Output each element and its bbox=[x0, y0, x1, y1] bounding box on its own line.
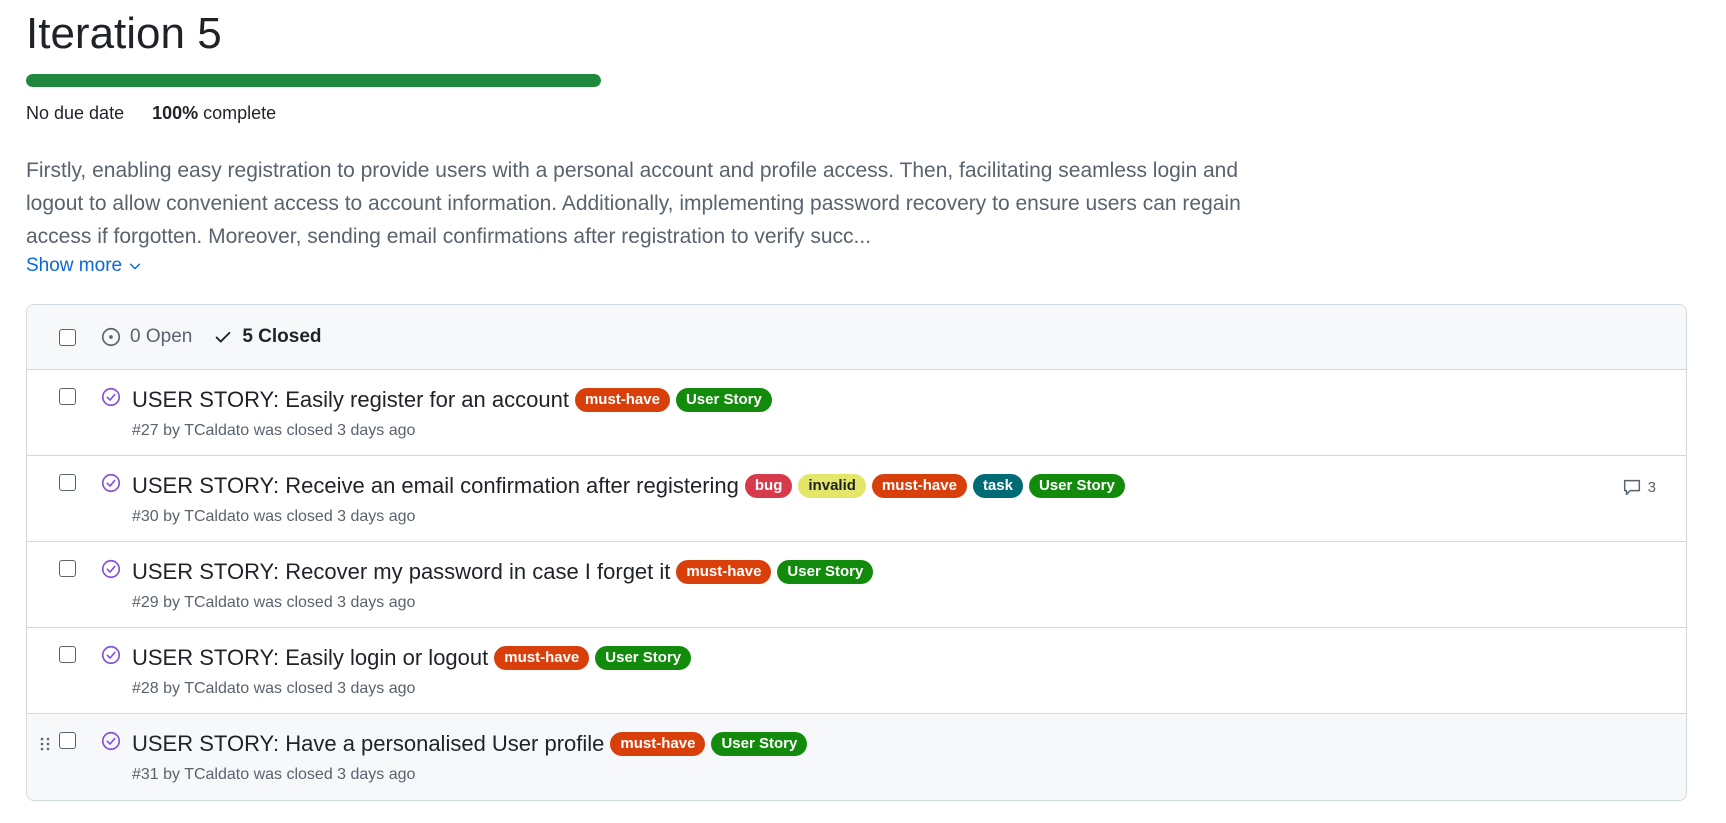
issue-title-line: USER STORY: Recover my password in case … bbox=[132, 557, 874, 587]
show-more-link[interactable]: Show more bbox=[26, 253, 142, 279]
issue-meta: #30 by TCaldato was closed 3 days ago bbox=[132, 508, 416, 525]
issue-label[interactable]: must-have bbox=[494, 646, 590, 670]
issue-label[interactable]: User Story bbox=[777, 560, 874, 584]
issue-label[interactable]: User Story bbox=[595, 646, 692, 670]
milestone-meta: No due date 100% complete bbox=[26, 101, 1726, 125]
issue-title-line: USER STORY: Easily login or logout must-h… bbox=[132, 643, 692, 673]
due-date: No due date bbox=[26, 102, 125, 123]
issue-title-link[interactable]: USER STORY: Easily register for an accou… bbox=[132, 387, 569, 413]
comment-count: 3 bbox=[1647, 478, 1656, 496]
comments-link[interactable]: 3 bbox=[1621, 476, 1656, 498]
completion-label: complete bbox=[203, 102, 277, 123]
issue-closed-icon bbox=[101, 645, 121, 665]
issue-row[interactable]: USER STORY: Recover my password in case … bbox=[27, 542, 1686, 628]
issue-label[interactable]: User Story bbox=[675, 388, 772, 412]
issue-meta: #31 by TCaldato was closed 3 days ago bbox=[132, 766, 416, 783]
issues-box: 0 Open 5 Closed USER STORY: Easily regis… bbox=[26, 304, 1687, 801]
issue-checkbox[interactable] bbox=[59, 388, 76, 405]
progress-bar-fill bbox=[26, 74, 601, 87]
issue-row[interactable]: USER STORY: Receive an email confirmatio… bbox=[27, 456, 1686, 542]
issue-label[interactable]: bug bbox=[744, 474, 793, 498]
issue-opened-icon bbox=[101, 327, 121, 347]
issue-checkbox[interactable] bbox=[59, 474, 76, 491]
issue-body: USER STORY: Easily login or logout must-h… bbox=[132, 628, 692, 713]
issue-closed-icon bbox=[101, 559, 121, 579]
issue-body: USER STORY: Receive an email confirmatio… bbox=[132, 456, 1125, 541]
select-all-checkbox[interactable] bbox=[59, 328, 76, 346]
issue-title-line: USER STORY: Receive an email confirmatio… bbox=[132, 471, 1125, 501]
issues-header: 0 Open 5 Closed bbox=[27, 305, 1686, 370]
issue-title-link[interactable]: USER STORY: Have a personalised User pro… bbox=[132, 731, 604, 757]
issue-checkbox[interactable] bbox=[59, 646, 76, 663]
issue-checkbox[interactable] bbox=[59, 732, 76, 749]
issue-title-link[interactable]: USER STORY: Easily login or logout bbox=[132, 645, 488, 671]
issue-title-line: USER STORY: Have a personalised User pro… bbox=[132, 729, 808, 759]
issue-row[interactable]: USER STORY: Easily register for an accou… bbox=[27, 370, 1686, 456]
issue-title-link[interactable]: USER STORY: Receive an email confirmatio… bbox=[132, 473, 739, 499]
milestone-description: Firstly, enabling easy registration to p… bbox=[26, 159, 1241, 248]
issue-label[interactable]: must-have bbox=[676, 560, 772, 584]
issue-label[interactable]: invalid bbox=[798, 474, 866, 498]
issue-meta: #27 by TCaldato was closed 3 days ago bbox=[132, 422, 416, 439]
issue-body: USER STORY: Recover my password in case … bbox=[132, 542, 874, 627]
issue-label[interactable]: must-have bbox=[574, 388, 670, 412]
milestone-page: Iteration 5 No due date 100% complete Fi… bbox=[0, 0, 1726, 823]
issue-label[interactable]: task bbox=[972, 474, 1023, 498]
issue-title-link[interactable]: USER STORY: Recover my password in case … bbox=[132, 559, 670, 585]
closed-issues-tab[interactable]: 5 Closed bbox=[212, 326, 322, 348]
issue-closed-icon bbox=[101, 387, 121, 407]
open-issues-tab[interactable]: 0 Open bbox=[100, 326, 192, 348]
issue-list: USER STORY: Easily register for an accou… bbox=[27, 370, 1686, 800]
chevron-down-icon bbox=[130, 263, 141, 270]
closed-issues-label: 5 Closed bbox=[242, 326, 322, 347]
issue-row[interactable]: USER STORY: Easily login or logout must-h… bbox=[27, 628, 1686, 714]
issue-body: USER STORY: Easily register for an accou… bbox=[132, 370, 772, 455]
issue-closed-icon bbox=[101, 473, 121, 493]
issue-body: USER STORY: Have a personalised User pro… bbox=[132, 714, 808, 800]
completion: 100% complete bbox=[152, 103, 276, 124]
issue-row[interactable]: USER STORY: Have a personalised User pro… bbox=[27, 714, 1686, 800]
grabber-icon[interactable] bbox=[39, 736, 51, 752]
completion-percent: 100% bbox=[152, 102, 199, 123]
issue-label[interactable]: must-have bbox=[871, 474, 967, 498]
issue-label[interactable]: User Story bbox=[1028, 474, 1125, 498]
show-more-label: Show more bbox=[26, 255, 123, 276]
issue-meta: #29 by TCaldato was closed 3 days ago bbox=[132, 594, 416, 611]
issue-label[interactable]: must-have bbox=[610, 732, 706, 756]
progress-bar bbox=[26, 74, 601, 87]
open-issues-label: 0 Open bbox=[130, 326, 193, 347]
issue-meta: #28 by TCaldato was closed 3 days ago bbox=[132, 680, 416, 697]
issue-title-line: USER STORY: Easily register for an accou… bbox=[132, 385, 772, 415]
issue-closed-icon bbox=[101, 731, 121, 751]
issue-label[interactable]: User Story bbox=[711, 732, 808, 756]
issue-checkbox[interactable] bbox=[59, 560, 76, 577]
milestone-title: Iteration 5 bbox=[26, 9, 222, 58]
comment-icon bbox=[1623, 479, 1640, 496]
check-icon bbox=[215, 331, 231, 343]
